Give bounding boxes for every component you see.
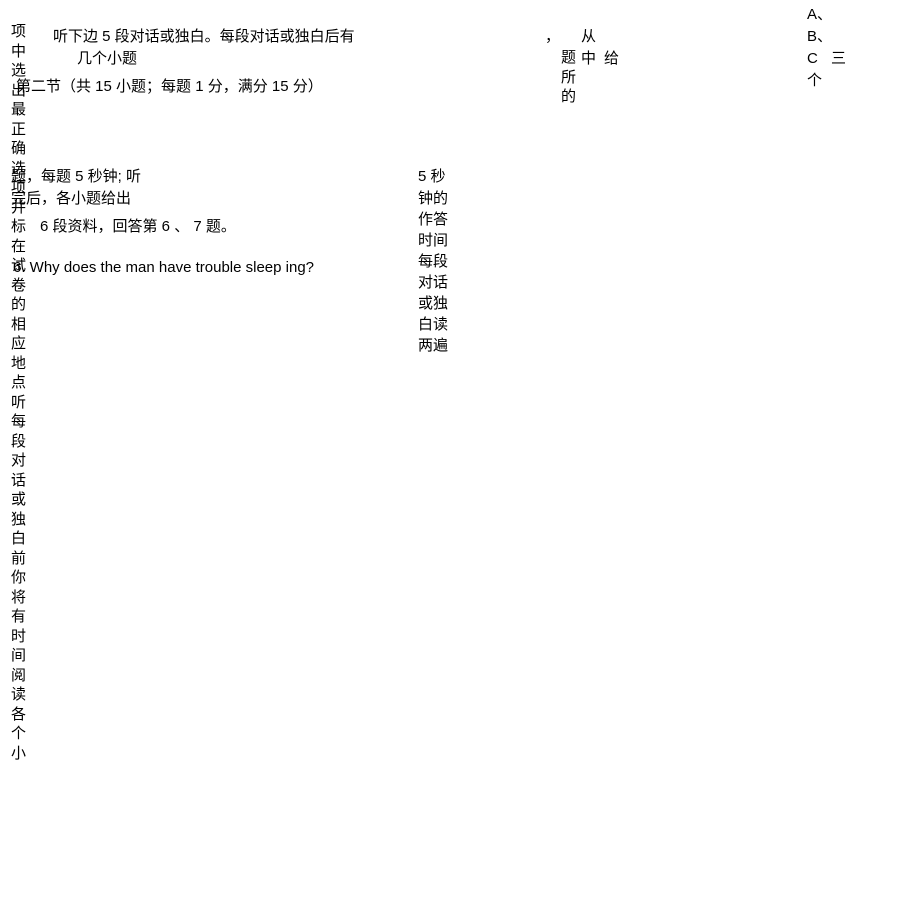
section-header: 第二节（共 15 小题；每题 1 分，满分 15 分） bbox=[16, 76, 323, 99]
left-vertical-col: 项中选出最正确选项并标在试卷的相应地点听每段对话或独白前你将有时间阅读各个小 bbox=[11, 22, 27, 763]
option-a: A、 bbox=[807, 4, 832, 27]
main-line2: 几个小题 bbox=[77, 48, 137, 71]
mid3-line1: 从 bbox=[581, 26, 596, 49]
option-b: B、 bbox=[807, 26, 832, 49]
mid1-vertical: 钟的作答时间每段对话或独白读两遍 bbox=[418, 188, 450, 356]
main-line3: 题，每题 5 秒钟; 听 bbox=[11, 166, 141, 189]
mid2-comma: ， bbox=[545, 26, 560, 49]
ge-label: 个 bbox=[807, 70, 822, 93]
mid3-line3: 给 bbox=[604, 48, 619, 71]
main-line1: 听下边 5 段对话或独白。每段对话或独白后有 bbox=[53, 26, 355, 49]
main-line5: 6 段资料，回答第 6 、 7 题。 bbox=[40, 216, 236, 239]
mid2-vertical: 题所的 bbox=[561, 48, 577, 107]
left-vertical-text: 项中选出最正确选项并标在试卷的相应地点听每段对话或独白前你将有时间阅读各个小 bbox=[11, 23, 26, 762]
three-label: 三 bbox=[831, 48, 846, 71]
five-sec-label: 5 秒 bbox=[418, 166, 446, 189]
option-c: C bbox=[807, 48, 818, 71]
mid3-line2: 中 bbox=[581, 48, 596, 71]
main-line4: 完后，各小题给出 bbox=[11, 188, 131, 211]
question-6: 6. Why does the man have trouble sleep i… bbox=[13, 257, 314, 280]
